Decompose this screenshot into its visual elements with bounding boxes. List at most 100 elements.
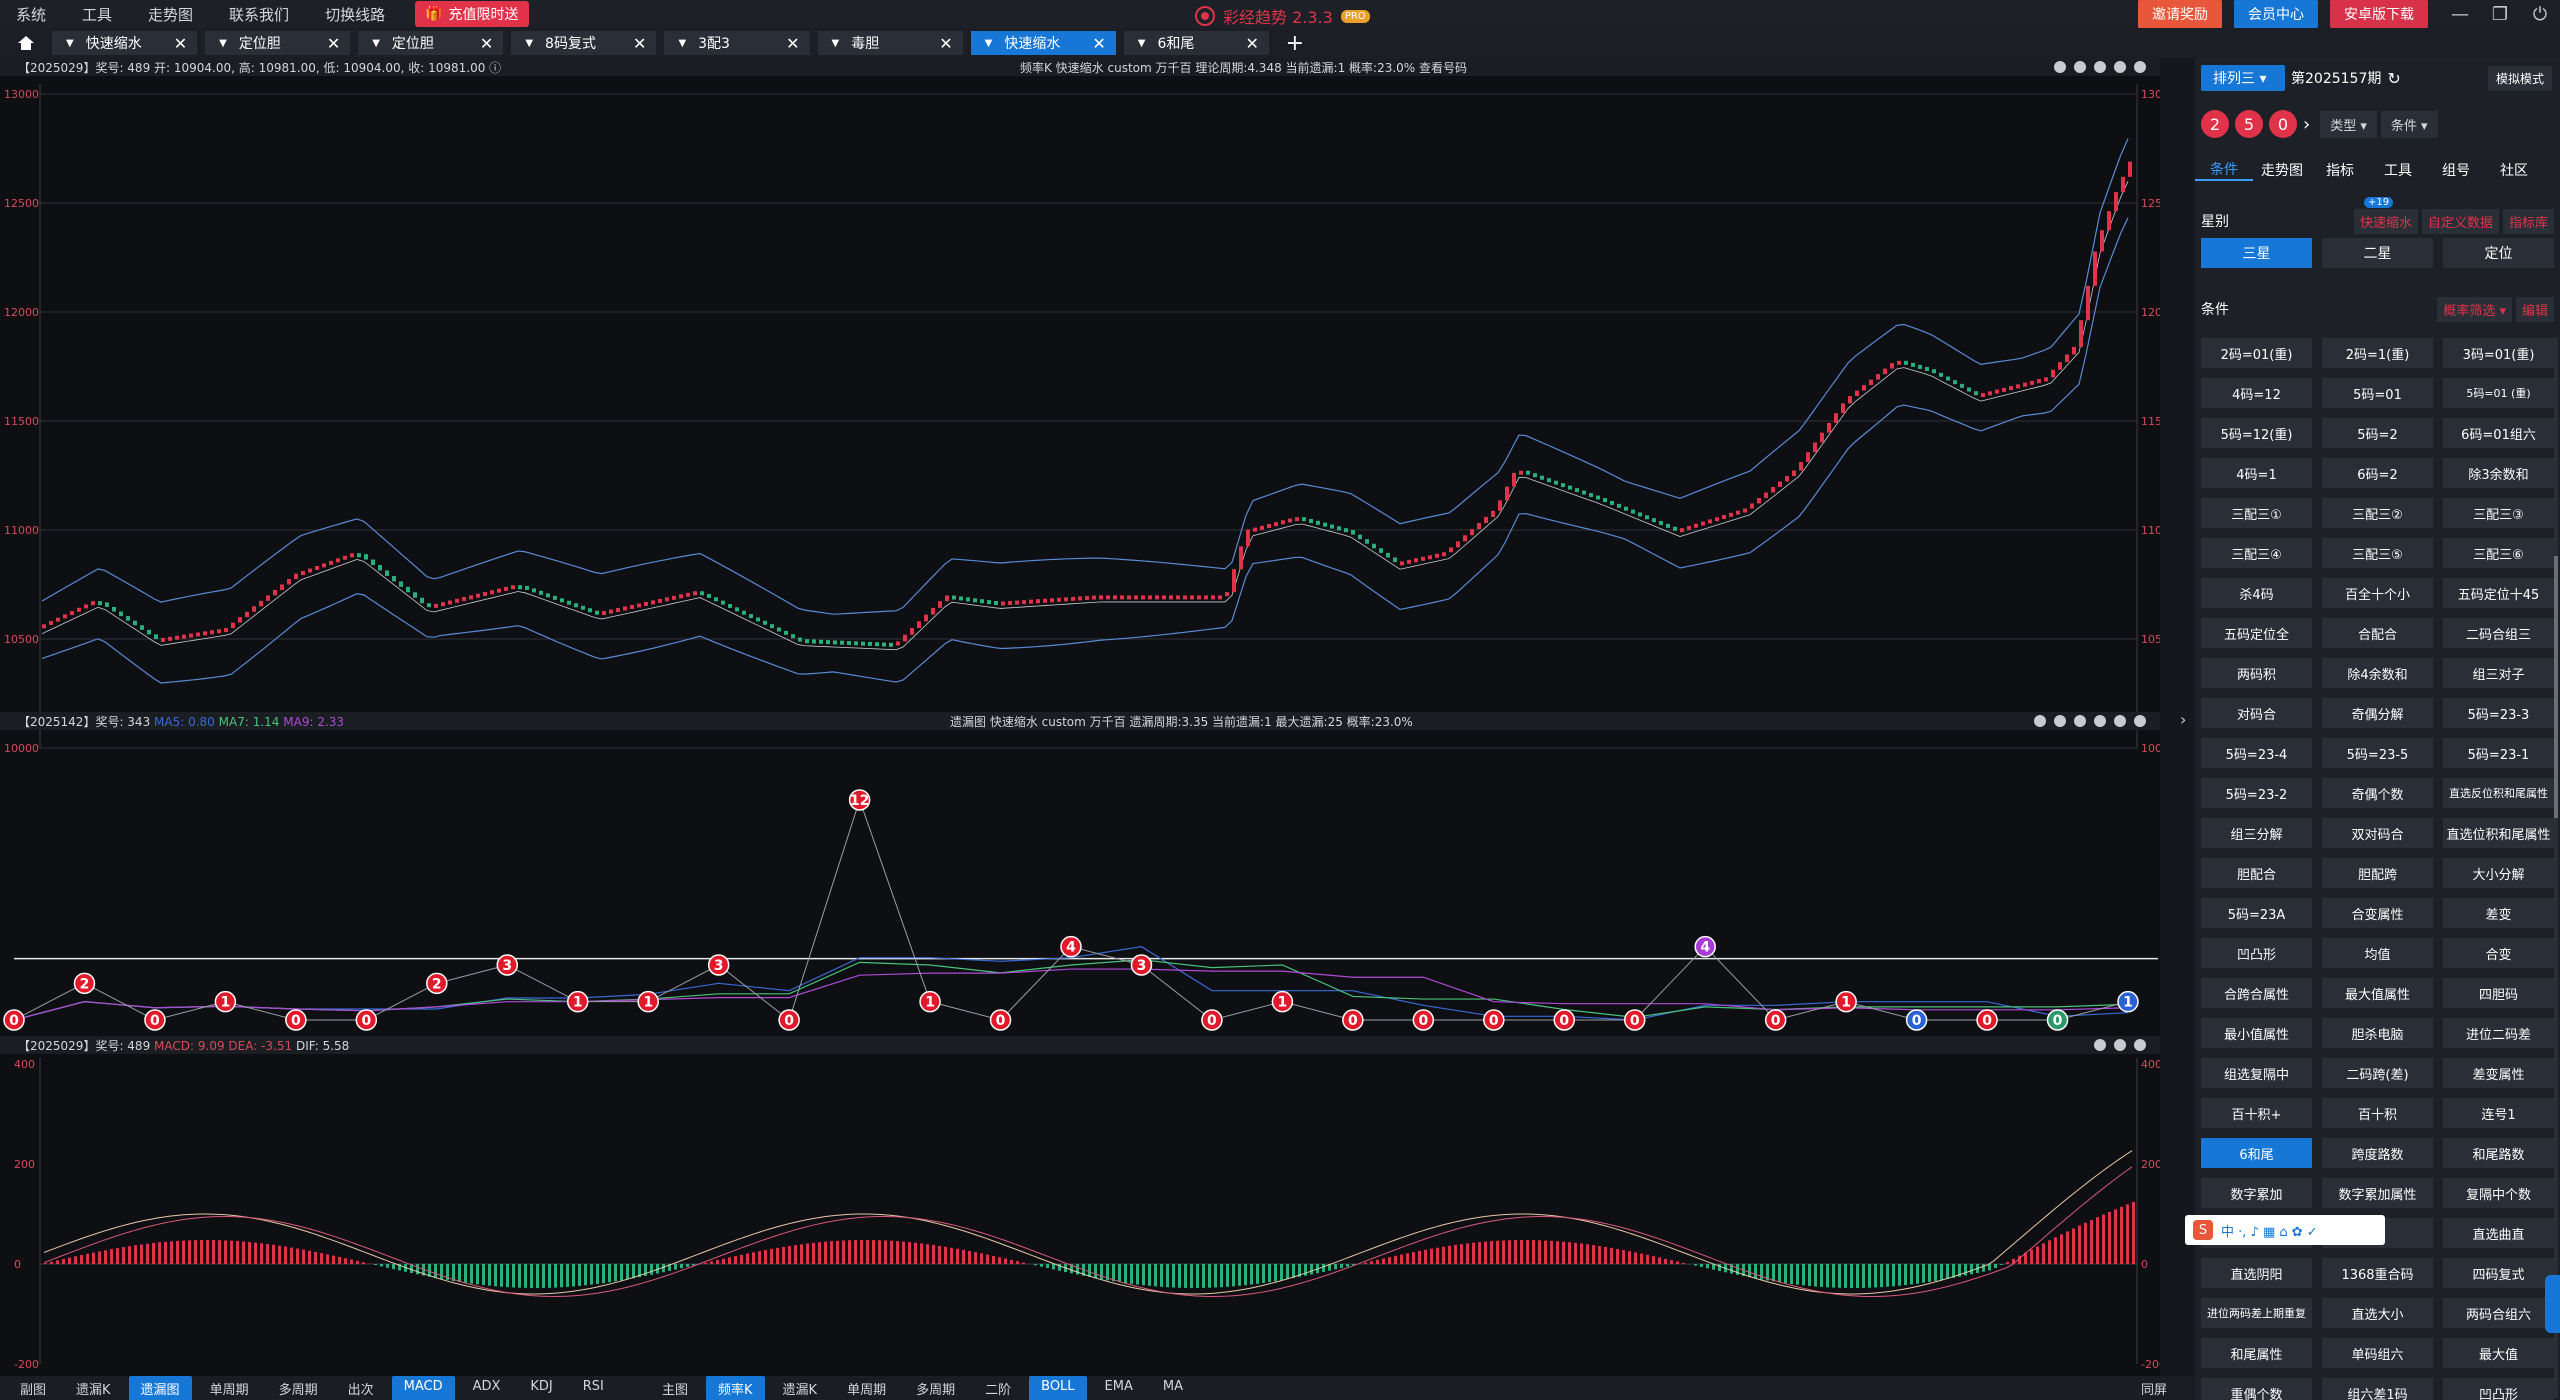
condition-button[interactable]: 三配三③ [2443,498,2554,528]
condition-button[interactable]: 5码=23-1 [2443,738,2554,768]
omission-chart[interactable]: 0 2 0 1 0 0 2 3 1 1 3 0 12 1 0 4 3 0 1 0 0 0 0 0 4 0 1 0 0 0 1 [0,730,2160,1042]
sub-option-9[interactable]: RSI [571,1376,616,1400]
tab-6[interactable]: ▼ 快速缩水 ✕ [970,31,1116,55]
condition-button[interactable]: 5码=23-2 [2201,778,2312,808]
type-select[interactable]: 类型 ▾ [2320,110,2377,138]
condition-button[interactable]: 1368重合码 [2322,1258,2433,1288]
level-0[interactable]: 三星 [2201,238,2312,268]
tab-0[interactable]: ▼ 快速缩水 ✕ [52,31,198,55]
condition-button[interactable]: 组六差1码 [2322,1378,2433,1400]
condition-button[interactable]: 4码=1 [2201,458,2312,488]
tab-4[interactable]: ▼ 3配3 ✕ [664,31,810,55]
edit-link[interactable]: 编辑 [2515,296,2554,322]
condition-button[interactable]: 和尾属性 [2201,1338,2312,1368]
condition-button[interactable]: 5码=2 [2322,418,2433,448]
promo-button[interactable]: 🎁 充值限时送 [415,1,529,27]
pin-icon[interactable] [2034,715,2046,727]
condition-button[interactable]: 最大值 [2443,1338,2554,1368]
main-option-5[interactable]: 二阶 [973,1376,1023,1400]
condition-button[interactable]: 百十积+ [2201,1098,2312,1128]
menu-switch-line[interactable]: 切换线路 [325,4,385,25]
main-option-2[interactable]: 遗漏K [771,1376,830,1400]
panel-tab-5[interactable]: 社区 [2485,160,2543,180]
condition-button[interactable]: 和尾路数 [2443,1138,2554,1168]
condition-button[interactable]: 大小分解 [2443,858,2554,888]
tab-2[interactable]: ▼ 定位胆 ✕ [358,31,504,55]
condition-button[interactable]: 奇偶个数 [2322,778,2433,808]
condition-button[interactable]: 凹凸形 [2201,938,2312,968]
main-option-1[interactable]: 频率K [706,1375,765,1400]
condition-button[interactable]: 合配合 [2322,618,2433,648]
panel-tab-2[interactable]: 指标 [2311,160,2369,180]
condition-button[interactable]: 5码=12(重) [2201,418,2312,448]
main-option-7[interactable]: EMA [1093,1376,1145,1400]
condition-button[interactable]: 直选曲直 [2443,1218,2554,1248]
close-icon[interactable] [2134,1039,2146,1051]
add-tab-button[interactable]: + [1277,31,1313,56]
condition-button[interactable]: 三配三⑥ [2443,538,2554,568]
pin-icon[interactable] [2094,1039,2106,1051]
condition-button[interactable]: 奇偶分解 [2322,698,2433,728]
condition-button[interactable]: 2码=01(重) [2201,338,2312,368]
tab-3[interactable]: ▼ 8码复式 ✕ [511,31,657,55]
gear-icon[interactable] [2114,715,2126,727]
condition-button[interactable]: 组三对子 [2443,658,2554,688]
kline-chart[interactable]: 1000010000105001050011000110001150011500… [0,76,2160,766]
condition-button[interactable]: 胆配合 [2201,858,2312,888]
condition-button[interactable]: 直选位积和尾属性 [2443,818,2554,848]
main-option-6[interactable]: BOLL [1029,1375,1087,1400]
condition-button[interactable]: 组三分解 [2201,818,2312,848]
condition-button[interactable]: 3码=01(重) [2443,338,2554,368]
close-icon[interactable]: ✕ [939,34,952,53]
condition-button[interactable]: 五码定位十45 [2443,578,2554,608]
condition-button[interactable]: 2码=1(重) [2322,338,2433,368]
condition-select[interactable]: 条件 ▾ [2380,110,2438,138]
condition-button[interactable]: 四码复式 [2443,1258,2554,1288]
scrollbar-track[interactable] [2554,338,2558,1398]
close-icon[interactable]: ✕ [327,34,340,53]
zoom-in-icon[interactable] [2074,715,2086,727]
main-option-8[interactable]: MA [1151,1376,1195,1400]
condition-button[interactable]: 百全十个小 [2322,578,2433,608]
condition-button[interactable]: 单码组六 [2322,1338,2433,1368]
custom-data-link[interactable]: 自定义数据 [2421,208,2499,234]
close-icon[interactable]: ✕ [1092,34,1105,53]
minimize-icon[interactable]: — [2440,4,2480,25]
sim-mode-button[interactable]: 模拟模式 [2487,65,2552,91]
condition-button[interactable]: 三配三⑤ [2322,538,2433,568]
tab-7[interactable]: ▼ 6和尾 ✕ [1123,31,1269,55]
condition-button[interactable]: 三配三① [2201,498,2312,528]
sub-option-6[interactable]: MACD [391,1375,455,1400]
condition-button[interactable]: 最小值属性 [2201,1018,2312,1048]
sub-option-8[interactable]: KDJ [518,1376,564,1400]
sub-option-4[interactable]: 多周期 [267,1376,330,1400]
refresh-icon[interactable] [2074,61,2086,73]
sub-option-3[interactable]: 单周期 [198,1376,261,1400]
tab-5[interactable]: ▼ 毒胆 ✕ [817,31,963,55]
chevron-right-icon[interactable]: › [2180,710,2186,729]
close-icon[interactable]: ✕ [633,34,646,53]
sub-option-2[interactable]: 遗漏图 [128,1375,192,1400]
refresh-icon[interactable]: ↻ [2387,69,2400,88]
panel-tab-0[interactable]: 条件 [2195,159,2253,181]
condition-button[interactable]: 五码定位全 [2201,618,2312,648]
gear-icon[interactable] [2114,1039,2126,1051]
close-icon[interactable] [2134,61,2146,73]
level-1[interactable]: 二星 [2322,238,2433,268]
indicator-lib-link[interactable]: 指标库 [2502,208,2554,234]
invite-button[interactable]: 邀请奖励 [2138,0,2222,29]
condition-button[interactable]: 6和尾 [2201,1138,2312,1168]
android-download-button[interactable]: 安卓版下载 [2330,0,2428,29]
condition-button[interactable]: 凹凸形 [2443,1378,2554,1400]
condition-button[interactable]: 连号1 [2443,1098,2554,1128]
condition-button[interactable]: 4码=12 [2201,378,2312,408]
condition-button[interactable]: 胆杀电脑 [2322,1018,2433,1048]
condition-button[interactable]: 除3余数和 [2443,458,2554,488]
condition-button[interactable]: 数字累加 [2201,1178,2312,1208]
close-icon[interactable]: ✕ [174,34,187,53]
restore-icon[interactable]: ❐ [2480,4,2520,25]
condition-button[interactable]: 胆配跨 [2322,858,2433,888]
support-tab[interactable] [2545,1275,2560,1333]
close-icon[interactable] [2134,715,2146,727]
condition-button[interactable]: 最大值属性 [2322,978,2433,1008]
